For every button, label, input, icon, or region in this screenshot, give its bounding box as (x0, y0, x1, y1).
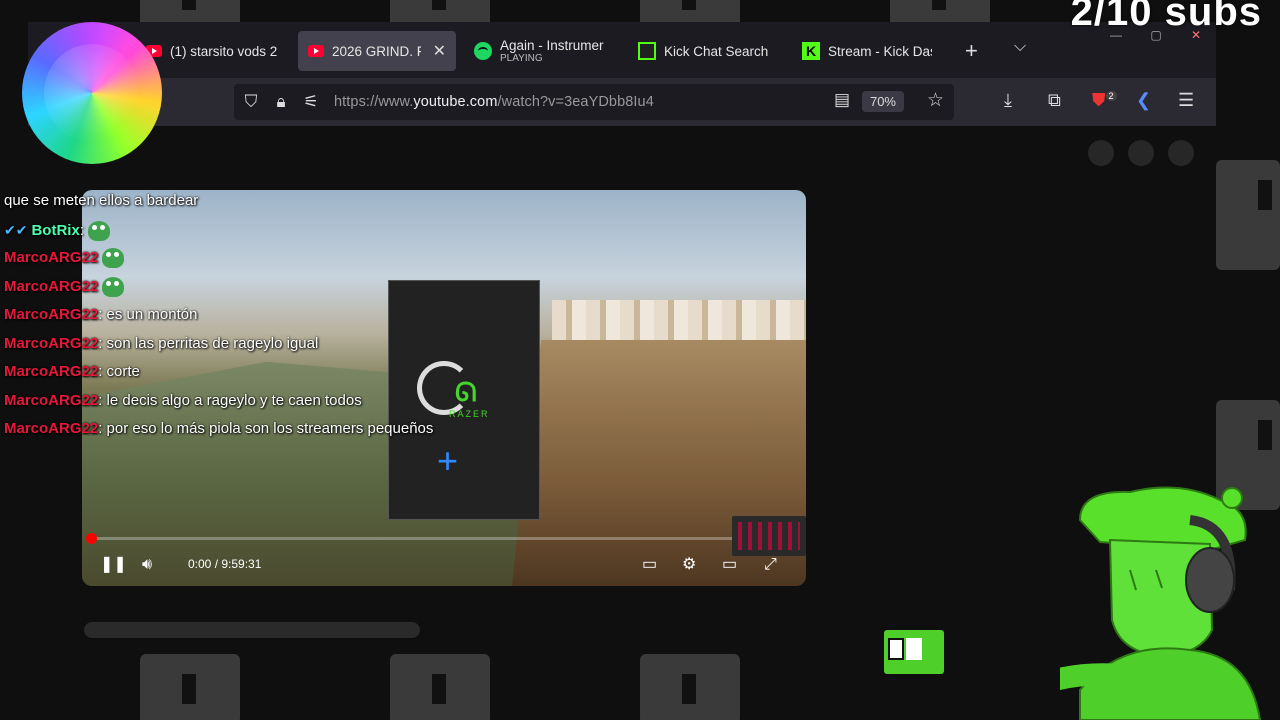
tab-label: 2026 GRIND. FC (332, 43, 421, 59)
extension-icon[interactable]: ❮ (1136, 90, 1151, 111)
new-tab-button[interactable]: + (965, 40, 978, 62)
tab-spotify[interactable]: Again - Instrumer PLAYING (464, 31, 612, 71)
url-bar[interactable]: ⛉ 🔒︎ ⚟ https://www.youtube.com/watch?v=3… (234, 84, 954, 120)
chat-text: : son las perritas de rageylo igual (98, 334, 319, 352)
header-icon[interactable] (1128, 140, 1154, 166)
bg-tile (640, 654, 740, 720)
extension-badge: 2 (1105, 91, 1117, 101)
bg-tile (390, 654, 490, 720)
spotify-icon (474, 42, 492, 60)
zoom-level[interactable]: 70% (861, 91, 904, 112)
pixel-character-icon (884, 630, 944, 674)
chat-username: MarcoARG22 (4, 306, 99, 323)
chat-separator: : (79, 221, 84, 239)
chat-text: : corte (98, 363, 140, 380)
chat-overlay: que se meten ellos a bardear ✔✔ BotRix: M… (4, 190, 504, 447)
chat-message: MarcoARG22: es un montón (4, 304, 504, 333)
chat-username: MarcoARG22 (4, 391, 99, 409)
nav-toolbar: ⛉ 🔒︎ ⚟ https://www.youtube.com/watch?v=3… (28, 78, 1216, 126)
tab-starsito-vods[interactable]: (1) starsito vods 2 (136, 31, 296, 71)
extensions-icon[interactable]: ⧉ (1048, 90, 1061, 111)
bg-tile (140, 654, 240, 720)
gradient-orb-logo (22, 22, 162, 164)
menu-icon[interactable]: ☰ (1178, 90, 1194, 111)
pepe-emote-icon (102, 248, 125, 269)
chat-message: MarcoARG22: le decis algo a rageylo y te… (4, 390, 504, 419)
chat-text: : le decis algo a rageylo y te caen todo… (98, 391, 362, 409)
progress-scrubber[interactable] (86, 533, 97, 544)
tab-label: Stream - Kick Das (828, 43, 932, 59)
chat-username: MarcoARG22 (4, 420, 99, 437)
content-placeholder (84, 622, 420, 638)
chat-message: ✔✔ BotRix: (4, 219, 504, 248)
chat-message: MarcoARG22 (4, 247, 504, 276)
volume-icon[interactable]: 🔊︎ (142, 556, 152, 574)
chat-message: MarcoARG22: son las perritas de rageylo … (4, 333, 504, 362)
reader-view-icon[interactable]: ▤ (834, 90, 850, 110)
mod-badge-icon: ✔✔ (4, 221, 28, 238)
chat-text: que se meten ellos a bardear (4, 192, 199, 209)
chevron-down-icon[interactable]: ⌵ (1014, 38, 1026, 56)
chat-username: MarcoARG22 (4, 249, 99, 266)
tab-kick-dashboard[interactable]: K Stream - Kick Das (792, 31, 942, 71)
url-text[interactable]: https://www.youtube.com/watch?v=3eaYDbb8… (334, 94, 654, 110)
chat-text: : por eso lo más piola son los streamers… (98, 420, 434, 437)
tab-strip: (1) starsito vods 2 2026 GRIND. FC ✕ Aga… (28, 22, 1216, 78)
ublock-icon[interactable]: ⛊ 2 (1092, 90, 1117, 111)
plus-icon: + (437, 440, 459, 481)
kick-icon: K (802, 42, 820, 60)
fullscreen-icon[interactable]: ⤢ (764, 556, 777, 574)
bg-tile (1216, 160, 1280, 270)
close-icon[interactable]: ✕ (433, 41, 446, 61)
chat-username: MarcoARG22 (4, 334, 99, 352)
shield-icon[interactable]: ⛉ (234, 92, 268, 112)
subtitles-icon[interactable]: ▭ (642, 554, 657, 574)
mini-toolbar-overlay (732, 516, 806, 556)
youtube-icon (308, 45, 324, 57)
header-icon[interactable] (1088, 140, 1114, 166)
chat-message: MarcoARG22: por eso lo más piola son los… (4, 418, 504, 447)
chat-message: MarcoARG22 (4, 276, 504, 305)
download-icon[interactable]: ⤓ (1004, 90, 1012, 111)
emote-icon (87, 220, 110, 241)
streamer-avatar (1060, 486, 1262, 720)
tab-label: (1) starsito vods 2 (170, 43, 278, 59)
kick-icon (638, 42, 656, 60)
tab-kick-chat-search[interactable]: Kick Chat Search (628, 31, 778, 71)
tab-label: Kick Chat Search (664, 43, 768, 59)
sub-goal-counter: 2/10 subs (1070, 0, 1262, 34)
tab-label: Again - Instrumer (500, 38, 604, 53)
pepe-emote-icon (102, 276, 125, 297)
chat-username: BotRix (31, 221, 80, 239)
progress-bar[interactable] (90, 537, 798, 540)
settings-gear-icon[interactable]: ⚙ (682, 554, 696, 574)
pause-button[interactable]: ❚❚ (100, 554, 127, 574)
chat-username: MarcoARG22 (4, 277, 99, 295)
avatar[interactable] (1168, 140, 1194, 166)
stream-overlay: (1) starsito vods 2 2026 GRIND. FC ✕ Aga… (0, 0, 1280, 720)
chat-text: : es un montón (98, 306, 198, 323)
permissions-icon[interactable]: ⚟ (294, 92, 328, 112)
lock-icon[interactable]: 🔒︎ (268, 92, 294, 112)
playing-indicator: PLAYING (500, 53, 543, 64)
chat-message: que se meten ellos a bardear (4, 190, 504, 219)
chat-message: MarcoARG22: corte (4, 361, 504, 390)
bookmark-star-icon[interactable]: ☆ (927, 89, 944, 112)
tab-2026-grind[interactable]: 2026 GRIND. FC ✕ (298, 31, 456, 71)
chat-username: MarcoARG22 (4, 363, 99, 380)
video-time: 0:00 / 9:59:31 (188, 557, 262, 571)
theater-mode-icon[interactable]: ▭ (722, 554, 737, 574)
